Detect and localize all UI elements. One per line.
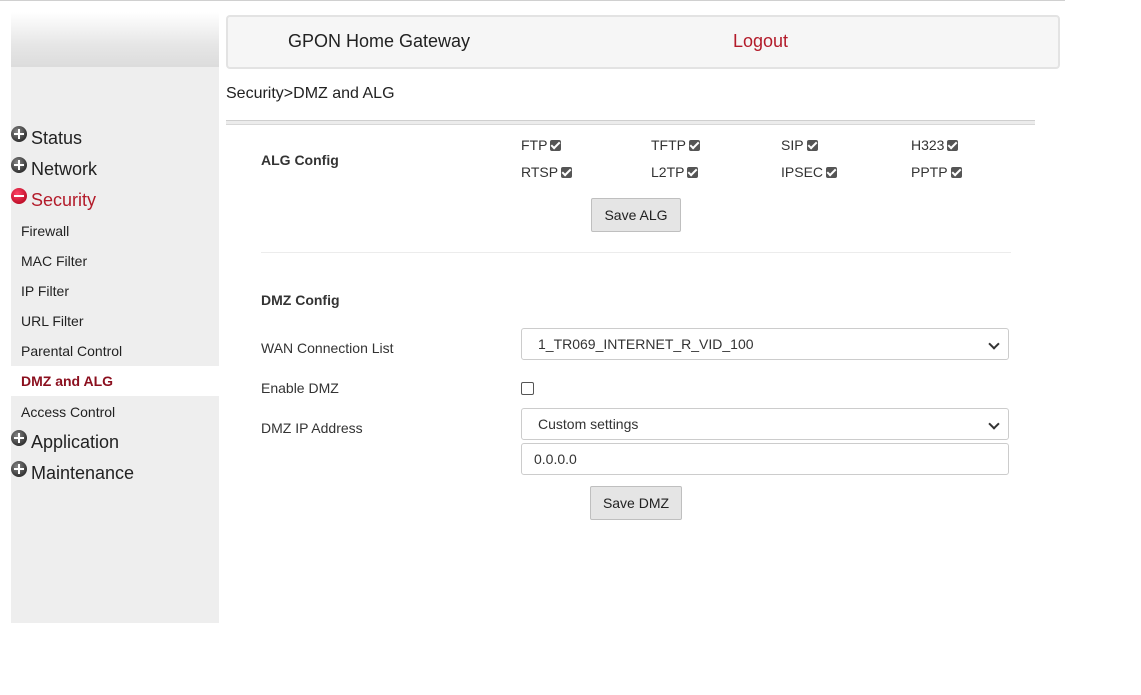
alg-option-label: RTSP [521,164,559,180]
top-border-line [0,0,1065,1]
alg-h323-checkbox[interactable] [947,139,959,151]
dmz-ip-input[interactable]: 0.0.0.0 [521,443,1009,475]
expand-plus-icon [11,461,27,477]
alg-l2tp-checkbox[interactable] [687,166,699,178]
sidebar-subitem-dmz-and-alg[interactable]: DMZ and ALG [21,373,113,389]
sidebar-subitem-mac-filter[interactable]: MAC Filter [21,253,87,269]
sidebar-item-status[interactable]: Status [11,126,82,150]
alg-pptp-option[interactable]: PPTP [911,164,962,180]
alg-ipsec-option[interactable]: IPSEC [781,164,838,180]
alg-ftp-checkbox[interactable] [550,139,562,151]
sidebar-item-label: Application [31,431,120,452]
logout-link[interactable]: Logout [733,31,788,52]
sidebar-subitem-parental-control[interactable]: Parental Control [21,343,122,359]
breadcrumb-divider [226,120,1035,125]
alg-rtsp-checkbox[interactable] [561,166,573,178]
alg-h323-option[interactable]: H323 [911,137,959,153]
enable-dmz-label: Enable DMZ [261,380,339,396]
wan-connection-label: WAN Connection List [261,340,394,356]
breadcrumb: Security>DMZ and ALG [226,85,395,102]
dmz-ip-mode-value: Custom settings [538,416,639,432]
sidebar-item-label: Network [31,158,98,179]
alg-ftp-option[interactable]: FTP [521,137,562,153]
sidebar-subitem-access-control[interactable]: Access Control [21,404,115,420]
alg-option-label: FTP [521,137,548,153]
sidebar-item-label: Security [31,189,97,210]
sidebar-item-label: Maintenance [31,462,135,483]
alg-tftp-checkbox[interactable] [689,139,700,151]
sidebar-item-maintenance[interactable]: Maintenance [11,461,134,485]
sidebar-item-security[interactable]: Security [11,188,96,212]
alg-ipsec-checkbox[interactable] [826,166,838,178]
dmz-ip-value: 0.0.0.0 [534,451,577,467]
sidebar-item-label: Status [31,127,83,148]
alg-option-label: L2TP [651,164,685,180]
app-title: GPON Home Gateway [288,31,471,51]
alg-sip-checkbox[interactable] [806,139,818,151]
alg-option-label: IPSEC [781,164,824,180]
dmz-ip-label: DMZ IP Address [261,420,363,436]
sidebar: Status Network Security Firewall MAC Fil… [11,12,219,623]
alg-sip-option[interactable]: SIP [781,137,818,153]
expand-plus-icon [11,157,27,173]
save-dmz-button[interactable]: Save DMZ [590,486,682,520]
chevron-down-icon [988,338,1000,350]
save-alg-button[interactable]: Save ALG [591,198,681,232]
alg-option-label: H323 [911,137,945,153]
enable-dmz-checkbox[interactable] [521,382,534,395]
sidebar-logo-area [11,12,219,67]
sidebar-item-network[interactable]: Network [11,157,97,181]
alg-option-label: TFTP [651,137,686,153]
dmz-config-label: DMZ Config [261,292,340,308]
section-divider [261,252,1011,253]
expand-plus-icon [11,126,27,142]
sidebar-subitem-ip-filter[interactable]: IP Filter [21,283,69,299]
alg-pptp-checkbox[interactable] [950,166,962,178]
sidebar-subitem-firewall[interactable]: Firewall [21,223,69,239]
dmz-ip-mode-select[interactable]: Custom settings [521,408,1009,440]
expand-plus-icon [11,430,27,446]
wan-connection-value: 1_TR069_INTERNET_R_VID_100 [538,336,754,352]
alg-rtsp-option[interactable]: RTSP [521,164,573,180]
alg-option-label: SIP [781,137,804,153]
chevron-down-icon [988,418,1000,430]
collapse-minus-icon [11,188,27,204]
alg-config-label: ALG Config [261,152,339,168]
sidebar-subitem-url-filter[interactable]: URL Filter [21,313,84,329]
alg-option-label: PPTP [911,164,948,180]
alg-tftp-option[interactable]: TFTP [651,137,700,153]
header-bar: GPON Home Gateway Logout [226,15,1060,69]
sidebar-item-application[interactable]: Application [11,430,119,454]
wan-connection-select[interactable]: 1_TR069_INTERNET_R_VID_100 [521,328,1009,360]
alg-l2tp-option[interactable]: L2TP [651,164,699,180]
